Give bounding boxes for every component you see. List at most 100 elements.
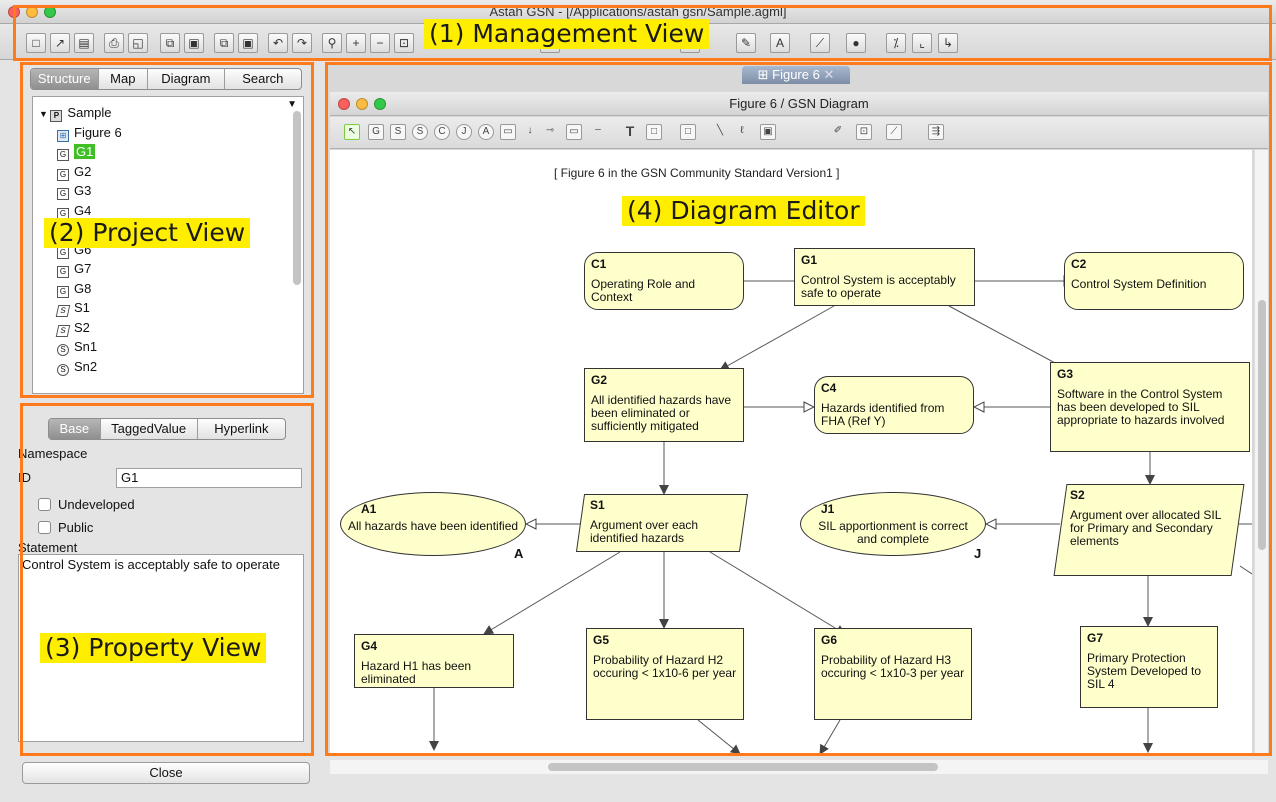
close-tab-icon[interactable]: ✕ [823, 67, 834, 82]
font-color-icon[interactable]: A [770, 33, 790, 53]
project-view-label: (2) Project View [44, 218, 251, 248]
tree-scrollbar[interactable] [293, 111, 301, 285]
redo-icon[interactable]: ↷ [292, 33, 312, 53]
node-g4[interactable]: G4 Hazard H1 has been eliminated [354, 634, 514, 688]
copy-image-icon[interactable]: ⧉ [214, 33, 234, 53]
vertical-scroll-thumb[interactable] [1258, 300, 1266, 550]
in-context-of-tool-icon[interactable]: ⇾ [542, 124, 558, 140]
node-c2[interactable]: C2 Control System Definition [1064, 252, 1244, 310]
assumption-tool-icon[interactable]: A [478, 124, 494, 140]
tree-item[interactable]: G G2 [57, 162, 91, 181]
node-c4[interactable]: C4 Hazards identified from FHA (Ref Y) [814, 376, 974, 434]
paste-image-icon[interactable]: ▣ [238, 33, 258, 53]
node-g5[interactable]: G5 Probability of Hazard H2 occuring < 1x… [586, 628, 744, 720]
freehand-tool-icon[interactable]: ℓ [734, 124, 750, 140]
node-g2[interactable]: G2 All identified hazards have been elimi… [584, 368, 744, 442]
zoom-out-icon[interactable]: − [370, 33, 390, 53]
close-button[interactable]: Close [22, 762, 310, 784]
line-jump-icon[interactable]: ⁒ [886, 33, 906, 53]
snap-grid-icon[interactable]: ⊡ [856, 124, 872, 140]
note-tool-icon[interactable]: ▭ [566, 124, 582, 140]
tree-item[interactable]: ▼ P Sample [39, 103, 112, 122]
node-g6[interactable]: G6 Probability of Hazard H3 occuring < 1x… [814, 628, 972, 720]
end-shape-icon[interactable]: ● [846, 33, 866, 53]
strategy-tool-icon[interactable]: S [390, 124, 406, 140]
goal-tool-icon[interactable]: G [368, 124, 384, 140]
image-tool-icon[interactable]: ▣ [760, 124, 776, 140]
rectilinear-line-icon[interactable]: ⌞ [912, 33, 932, 53]
print-icon[interactable]: ⎙ [104, 33, 124, 53]
diagram-canvas[interactable]: [ Figure 6 in the GSN Community Standard… [330, 150, 1252, 756]
tree-item[interactable]: S S2 [55, 318, 90, 337]
tree-item[interactable]: S Sn2 [57, 357, 97, 376]
print-preview-icon[interactable]: ◱ [128, 33, 148, 53]
node-id: C4 [821, 381, 837, 395]
diagram-window-title: Figure 6 / GSN Diagram [729, 96, 869, 111]
node-c1[interactable]: C1 Operating Role and Context [584, 252, 744, 310]
undo-icon[interactable]: ↶ [268, 33, 288, 53]
tree-dropdown-icon[interactable]: ▼ [287, 99, 297, 110]
module-tool-icon[interactable]: ▭ [500, 124, 516, 140]
tab-search[interactable]: Search [225, 69, 301, 89]
id-field[interactable]: G1 [116, 468, 302, 488]
line-tool-icon[interactable]: ╲ [712, 124, 728, 140]
edge-s1-g6 [709, 551, 846, 635]
select-tool-icon[interactable]: ↖ [344, 124, 360, 140]
undeveloped-checkbox[interactable] [38, 498, 51, 511]
node-j1-tag: J [974, 546, 982, 561]
tab-hyperlink[interactable]: Hyperlink [198, 419, 285, 439]
tree-item[interactable]: S Sn1 [57, 337, 97, 356]
context-tool-icon[interactable]: C [434, 124, 450, 140]
canvas-horizontal-scrollbar[interactable] [330, 760, 1268, 774]
align-icon[interactable]: ⇶ [928, 124, 944, 140]
fit-window-icon[interactable]: ⊡ [394, 33, 414, 53]
rounded-line-icon[interactable]: ↳ [938, 33, 958, 53]
node-g1[interactable]: G1 Control System is acceptably safe to o… [794, 248, 975, 306]
save-icon[interactable]: ▤ [74, 33, 94, 53]
paste-icon[interactable]: ▣ [184, 33, 204, 53]
tab-diagram[interactable]: Diagram [148, 69, 225, 89]
copy-icon[interactable]: ⧉ [160, 33, 180, 53]
tab-figure-6[interactable]: ⊞ Figure 6 ✕ [742, 66, 850, 84]
note-anchor-tool-icon[interactable]: ┄ [590, 124, 606, 140]
edge-g6-below [819, 719, 841, 755]
solution-tool-icon[interactable]: S [412, 124, 428, 140]
tab-tagged-value[interactable]: TaggedValue [101, 419, 198, 439]
tree-item[interactable]: G G3 [57, 181, 91, 200]
line-style-icon[interactable]: ⟋ [810, 33, 830, 53]
supported-by-tool-icon[interactable]: ↓ [522, 124, 538, 140]
horizontal-scroll-thumb[interactable] [548, 763, 938, 771]
tree-item[interactable]: G G7 [57, 259, 91, 278]
tree-item[interactable]: G G1 [57, 142, 96, 161]
node-g7[interactable]: G7 Primary Protection System Developed to… [1080, 626, 1218, 708]
text-tool-icon[interactable]: T [622, 124, 638, 140]
tree-item[interactable]: G G4 [57, 201, 91, 220]
tab-base[interactable]: Base [49, 419, 101, 439]
shape-tool-icon[interactable]: □ [680, 124, 696, 140]
tab-map[interactable]: Map [99, 69, 149, 89]
tree-item[interactable]: G G8 [57, 279, 91, 298]
node-text: Control System is acceptably safe to ope… [801, 273, 956, 300]
node-g3[interactable]: G3 Software in the Control System has bee… [1050, 362, 1250, 452]
zoom-icon[interactable]: ⚲ [322, 33, 342, 53]
justification-tool-icon[interactable]: J [456, 124, 472, 140]
canvas-vertical-scrollbar[interactable] [1254, 150, 1268, 756]
zoom-in-icon[interactable]: + [346, 33, 366, 53]
node-j1[interactable]: J1 SIL apportionment is correct and compl… [800, 492, 986, 556]
tree-item[interactable]: ⊞ Figure 6 [57, 123, 122, 142]
node-a1[interactable]: A1 All hazards have been identified [340, 492, 526, 556]
edge-g5-below [697, 719, 741, 755]
pin-icon[interactable]: ✐ [830, 124, 846, 140]
line-color-icon[interactable]: ✎ [736, 33, 756, 53]
new-file-icon[interactable]: □ [26, 33, 46, 53]
rectangle-tool-icon[interactable]: □ [646, 124, 662, 140]
node-id: S2 [1070, 488, 1085, 502]
open-file-icon[interactable]: ↗ [50, 33, 70, 53]
property-view-label: (3) Property View [40, 633, 267, 663]
tree-item[interactable]: S S1 [55, 298, 90, 317]
line-type-icon[interactable]: ⟋ [886, 124, 902, 140]
expand-arrow-icon[interactable]: ▼ [39, 109, 50, 119]
public-checkbox[interactable] [38, 521, 51, 534]
node-text: Primary Protection System Developed to S… [1087, 651, 1202, 691]
tab-structure[interactable]: Structure [31, 69, 99, 89]
